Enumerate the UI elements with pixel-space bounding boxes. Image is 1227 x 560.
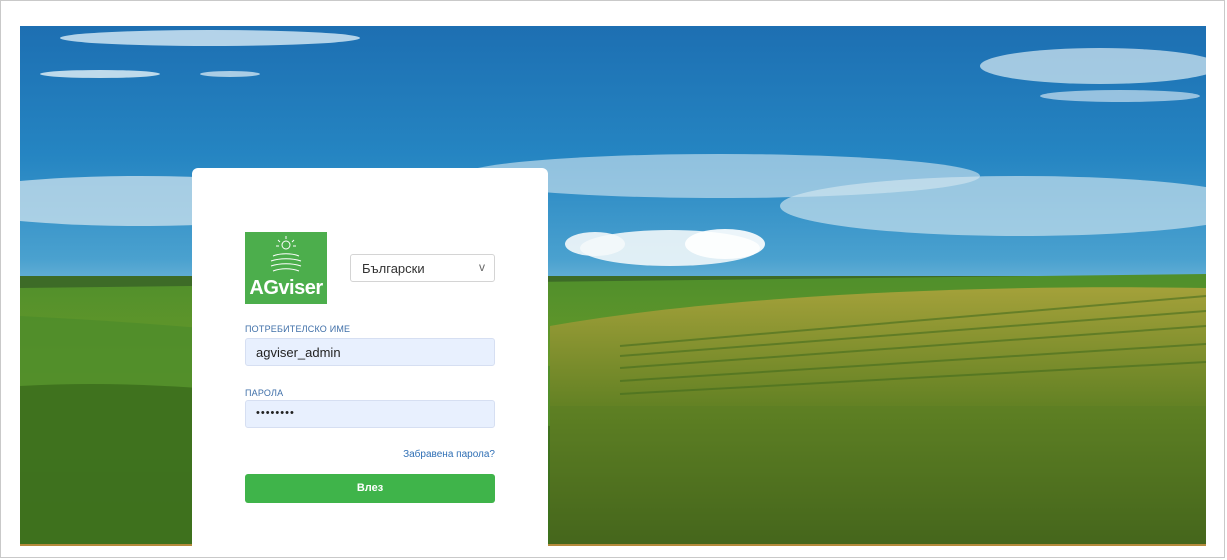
password-input[interactable]: •••••••• bbox=[245, 400, 495, 428]
chevron-down-icon: v bbox=[479, 260, 485, 274]
username-label: ПОТРЕБИТЕЛСКО ИМЕ bbox=[245, 324, 351, 334]
login-button[interactable]: Влез bbox=[245, 474, 495, 503]
sun-fields-logo-icon bbox=[270, 236, 302, 272]
username-input[interactable]: agviser_admin bbox=[245, 338, 495, 366]
login-card: AGviser Български v ПОТРЕБИТЕЛСКО ИМЕ ag… bbox=[192, 168, 548, 546]
language-select[interactable]: Български v bbox=[350, 254, 495, 282]
agviser-logo: AGviser bbox=[245, 232, 327, 304]
forgot-password-link[interactable]: Забравена парола? bbox=[403, 449, 495, 460]
logo-text: AGviser bbox=[249, 277, 323, 299]
language-selected-value: Български bbox=[362, 261, 425, 276]
password-label: ПАРОЛА bbox=[245, 388, 284, 398]
